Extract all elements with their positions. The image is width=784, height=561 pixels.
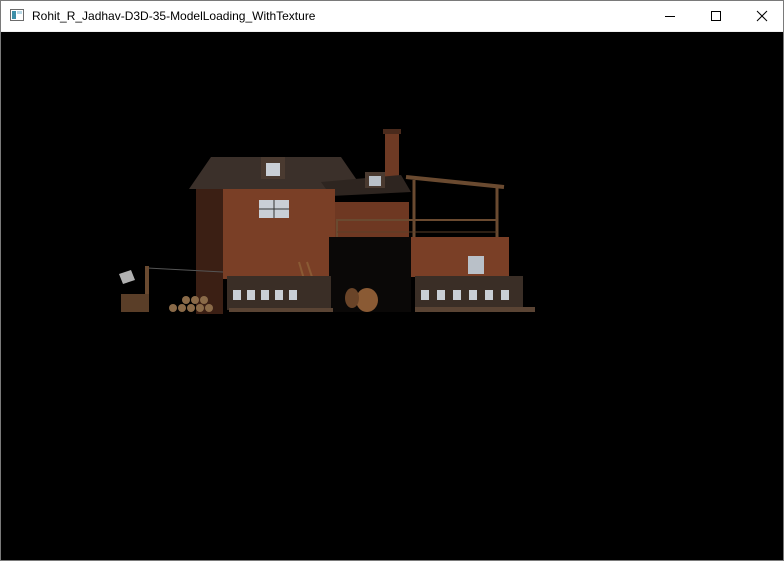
close-button[interactable] (739, 1, 784, 31)
barrel (356, 288, 378, 312)
title-bar[interactable]: Rohit_R_Jadhav-D3D-35-ModelLoading_WithT… (1, 1, 783, 32)
minimize-button[interactable] (647, 1, 693, 31)
minimize-icon (665, 16, 675, 17)
maximize-button[interactable] (693, 1, 739, 31)
textured-house-model (119, 129, 535, 314)
render-viewport[interactable] (1, 32, 783, 560)
window-title: Rohit_R_Jadhav-D3D-35-ModelLoading_WithT… (32, 9, 316, 23)
pergola-beam (405, 175, 505, 189)
application-window: Rohit_R_Jadhav-D3D-35-ModelLoading_WithT… (0, 0, 784, 561)
maximize-icon (711, 11, 721, 21)
base-platform (229, 308, 333, 312)
brick-wall-right (411, 237, 509, 277)
chimney (385, 132, 399, 180)
app-icon (10, 9, 24, 21)
close-icon (756, 10, 768, 22)
fence (121, 294, 149, 312)
